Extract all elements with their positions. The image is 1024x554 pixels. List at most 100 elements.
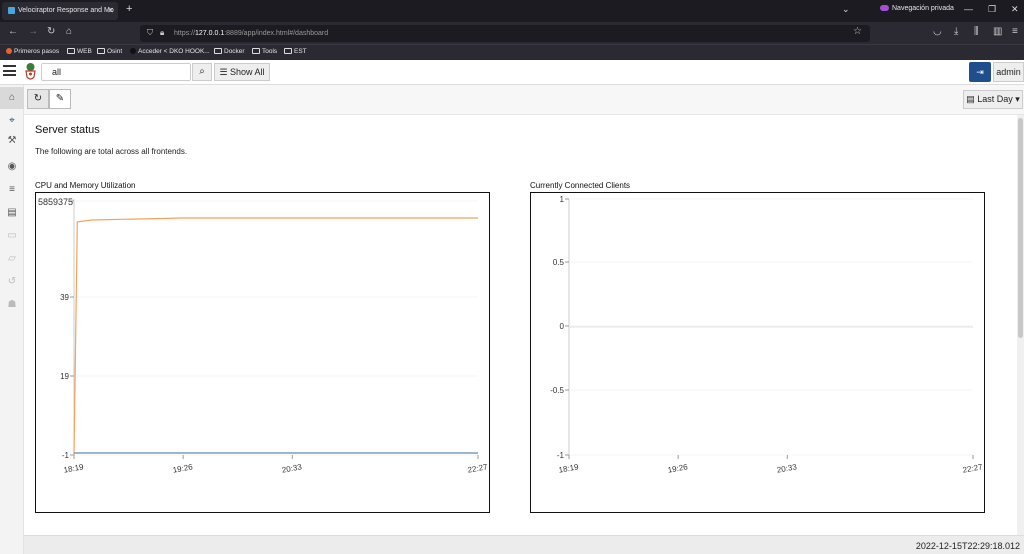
y-tick-label: 5859375: [38, 197, 73, 207]
menu-icon[interactable]: ≡: [1012, 26, 1018, 37]
close-window-icon[interactable]: ✕: [1011, 4, 1019, 15]
pencil-icon: ✎: [55, 93, 65, 104]
bookmark-folder[interactable]: Docker: [214, 48, 245, 55]
bookmark-label: Osint: [107, 48, 123, 55]
y-tick-label: -0.5: [550, 386, 564, 395]
velociraptor-favicon-icon: [8, 6, 15, 14]
bookmark-folder[interactable]: EST: [284, 48, 307, 55]
y-tick-label: 19: [60, 372, 69, 381]
calendar-icon: ▤: [966, 94, 978, 104]
site-icon: [130, 48, 136, 55]
laptop-icon[interactable]: ▭: [0, 225, 24, 247]
velociraptor-logo-icon: [25, 63, 36, 80]
firefox-icon: [6, 48, 12, 55]
server-icon[interactable]: ▤: [0, 202, 24, 224]
pocket-icon[interactable]: ◡: [933, 26, 942, 37]
page-title: Server status: [35, 124, 100, 136]
scrollbar-thumb[interactable]: [1018, 118, 1023, 338]
folder-icon: [67, 48, 75, 55]
hamburger-menu-icon[interactable]: [3, 65, 16, 76]
url-prefix: https://: [174, 30, 196, 37]
close-tab-icon[interactable]: ✕: [107, 2, 114, 20]
clients-chart-panel: 1 0.5 0 -0.5 -1 18:19 19:26 20:33 22:27: [530, 192, 985, 513]
maximize-icon[interactable]: ❐: [988, 4, 996, 15]
time-range-dropdown[interactable]: ▤ Last Day ▾: [963, 90, 1023, 109]
reload-icon[interactable]: ↻: [47, 26, 55, 37]
tab-title: Velociraptor Response and Mo: [18, 7, 114, 14]
bookmark-folder[interactable]: Osint: [97, 48, 122, 55]
private-mask-icon: [880, 5, 889, 12]
x-tick-label: 22:27: [467, 462, 488, 474]
browser-tab-bar: [0, 0, 1024, 22]
y-tick-label: 0: [560, 322, 565, 331]
minimize-icon[interactable]: —: [964, 4, 973, 14]
bookmark-label: EST: [294, 48, 307, 55]
bookmark-label: WEB: [77, 48, 92, 55]
back-icon[interactable]: ←: [8, 26, 18, 37]
shield-icon[interactable]: ⛉: [147, 28, 153, 38]
url-bar[interactable]: https://127.0.0.1:8889/app/index.html#/d…: [140, 25, 870, 42]
history-icon[interactable]: ↺: [0, 271, 24, 293]
x-tick-label: 20:33: [776, 462, 798, 474]
bookmark-folder[interactable]: Tools: [252, 48, 277, 55]
connected-clients-chart: 1 0.5 0 -0.5 -1 18:19 19:26 20:33 22:27: [550, 195, 984, 475]
bookmarks-bar: Primeros pasos WEB Osint Acceder < DKO H…: [0, 44, 1024, 60]
time-range-label: Last Day: [977, 94, 1013, 104]
show-all-label: Show All: [230, 67, 265, 77]
client-search-input[interactable]: all: [41, 63, 191, 81]
page-subtitle: The following are total across all front…: [35, 147, 188, 156]
y-tick-label: 39: [60, 293, 69, 302]
home-icon[interactable]: ⌂: [66, 26, 72, 37]
bookmark-item[interactable]: Primeros pasos: [6, 48, 59, 55]
list-icon[interactable]: ≡: [0, 179, 24, 201]
y-tick-label: 1: [560, 195, 565, 204]
bookmark-star-icon[interactable]: ☆: [853, 26, 862, 37]
tab-list-chevron-icon[interactable]: ⌄: [842, 4, 850, 15]
x-tick-label: 19:26: [667, 462, 689, 474]
wrench-icon[interactable]: ⚒: [0, 130, 24, 152]
caret-down-icon: ▾: [1012, 94, 1020, 104]
bookmark-item[interactable]: Acceder < DKO HOOK...: [130, 48, 210, 55]
eye-icon[interactable]: ◉: [0, 156, 24, 178]
footer-timestamp: 2022-12-15T22:29:18.012: [915, 541, 1020, 551]
user-secret-icon[interactable]: ☗: [0, 294, 24, 316]
user-menu-button[interactable]: admin: [993, 62, 1024, 82]
browser-tab[interactable]: Velociraptor Response and Mo ✕: [2, 2, 118, 20]
sidebar: ⌂ ⌖ ⚒ ◉ ≡ ▤ ▭ ▱ ↺ ☗: [0, 85, 24, 554]
library-icon[interactable]: ⫼: [974, 26, 979, 37]
clients-chart-title: Currently Connected Clients: [530, 181, 631, 190]
refresh-button[interactable]: ↻: [27, 89, 49, 109]
x-tick-label: 18:19: [63, 462, 85, 474]
private-browsing-indicator: Navegación privada: [880, 5, 954, 12]
sidebar-toggle-icon[interactable]: ▥: [993, 26, 1002, 37]
show-all-button[interactable]: ☰ Show All: [214, 63, 270, 81]
folder-icon: [252, 48, 260, 55]
private-label: Navegación privada: [892, 5, 954, 12]
x-tick-label: 20:33: [281, 462, 303, 474]
bookmark-label: Acceder < DKO HOOK...: [138, 48, 210, 55]
lock-icon[interactable]: 🔒︎: [160, 28, 164, 38]
search-button[interactable]: ⌕: [192, 63, 212, 81]
refresh-icon: ↻: [33, 93, 43, 104]
y-tick-label: 0.5: [553, 258, 565, 267]
folder-icon[interactable]: ▱: [0, 248, 24, 270]
x-tick-label: 19:26: [172, 462, 194, 474]
bookmark-label: Tools: [262, 48, 278, 55]
folder-icon: [214, 48, 222, 55]
folder-icon: [97, 48, 105, 55]
new-tab-button[interactable]: +: [126, 3, 132, 15]
logout-button[interactable]: ⇥: [969, 62, 991, 82]
home-icon[interactable]: ⌂: [0, 87, 24, 109]
edit-button[interactable]: ✎: [49, 89, 71, 109]
forward-icon[interactable]: →: [28, 26, 38, 37]
cpu-chart-panel: 5859375 39 19 -1 18:19 19:26 20:33 22:27: [35, 192, 490, 513]
folder-icon: [284, 48, 292, 55]
x-tick-label: 18:19: [558, 462, 580, 474]
bookmark-label: Docker: [224, 48, 245, 55]
bookmark-label: Primeros pasos: [14, 48, 60, 55]
downloads-icon[interactable]: ⤓: [954, 26, 958, 37]
crosshairs-icon[interactable]: ⌖: [0, 110, 24, 132]
url-host: 127.0.0.1: [195, 30, 225, 37]
bookmark-folder[interactable]: WEB: [67, 48, 92, 55]
list-icon: ☰: [219, 67, 231, 77]
